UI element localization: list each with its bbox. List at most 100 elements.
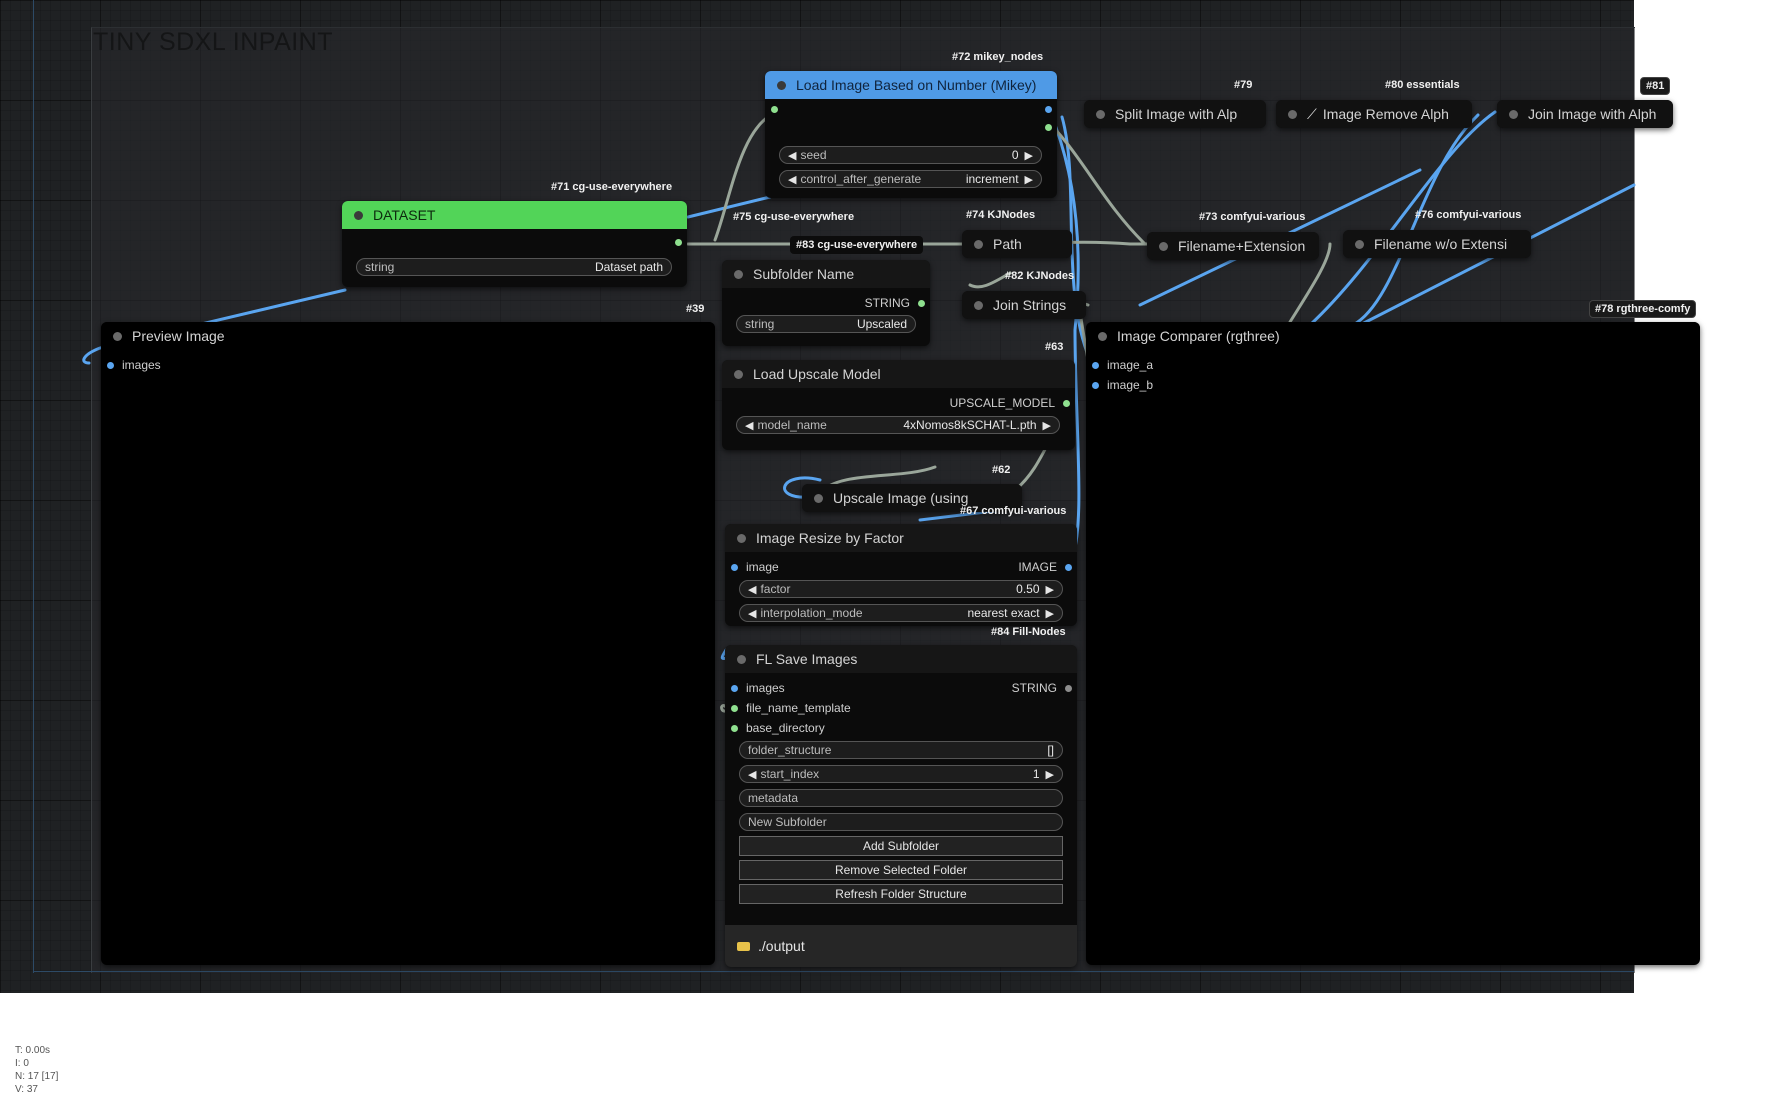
node-title: FL Save Images [756,651,858,667]
node-header[interactable]: Join Strings [962,291,1086,319]
collapse-dot-icon[interactable] [974,239,983,249]
output-slot[interactable] [667,239,682,246]
output-slot-filename[interactable] [1037,124,1052,131]
load-image-node[interactable]: Load Image Based on Number (Mikey) ◀ seed… [765,71,1057,198]
render-stats: T: 0.00s I: 0 N: 17 [17] V: 37 [15,1044,58,1096]
collapse-dot-icon[interactable] [737,654,746,664]
node-header[interactable]: Load Image Based on Number (Mikey) [765,71,1057,99]
interpolation-mode-widget[interactable]: ◀ interpolation_mode nearest exact ▶ [739,604,1063,622]
node-header[interactable]: DATASET [342,201,687,229]
input-slot-image-a[interactable]: image_a [1092,358,1153,372]
node-badge: #78 rgthree-comfy [1589,300,1697,318]
subfolder-string-widget[interactable]: string Upscaled [736,315,916,333]
node-title: Load Image Based on Number (Mikey) [796,77,1037,93]
node-badge: #82 KJNodes [1005,270,1075,282]
collapse-dot-icon[interactable] [113,331,122,341]
input-slot[interactable] [771,106,786,113]
collapse-dot-icon[interactable] [734,269,743,279]
input-slot-base-directory[interactable]: base_directory [731,721,825,735]
fl-save-images-node[interactable]: FL Save Images images file_name_template… [725,645,1077,967]
collapse-dot-icon[interactable] [1509,109,1518,119]
collapse-dot-icon[interactable] [777,80,786,90]
folder-icon [737,941,750,951]
wand-icon: ⟋ [1307,105,1317,122]
control-after-generate-widget[interactable]: ◀ control_after_generate increment ▶ [779,170,1042,188]
node-header[interactable]: Filename+Extension [1147,232,1319,260]
node-header[interactable]: Split Image with Alp [1084,100,1266,128]
folder-structure-widget[interactable]: folder_structure[] [739,741,1063,759]
model-name-widget[interactable]: ◀ model_name 4xNomos8kSCHAT-L.pth ▶ [736,416,1060,434]
join-strings-node[interactable]: Join Strings [962,291,1086,319]
filename-extension-node[interactable]: Filename+Extension [1147,232,1319,260]
path-node[interactable]: Path [962,230,1072,258]
start-index-widget[interactable]: ◀ start_index 1 ▶ [739,765,1063,783]
collapse-dot-icon[interactable] [974,300,983,310]
subfolder-name-node[interactable]: Subfolder Name STRING string Upscaled [722,260,930,346]
collapse-dot-icon[interactable] [734,369,743,379]
node-header[interactable]: Load Upscale Model [722,360,1075,388]
node-title: Join Image with Alph [1528,106,1657,122]
folder-path[interactable]: ./output [758,938,805,954]
node-title: Subfolder Name [753,266,855,282]
node-title: Preview Image [132,328,225,344]
wire-subfolder-join [968,271,1012,289]
preview-image-node[interactable]: Preview Image images [101,322,715,965]
image-resize-node[interactable]: Image Resize by Factor image IMAGE ◀ fact… [725,524,1077,626]
dataset-node[interactable]: DATASET string Dataset path [342,201,687,287]
node-header[interactable]: FL Save Images [725,645,1077,673]
node-badge: #76 comfyui-various [1415,209,1522,221]
folder-tree[interactable]: ./output [725,925,1077,967]
remove-alpha-node[interactable]: ⟋ Image Remove Alph [1276,100,1472,128]
seed-widget[interactable]: ◀ seed 0 ▶ [779,146,1042,164]
output-slot-upscale-model[interactable]: UPSCALE_MODEL [950,396,1070,410]
node-header[interactable]: Join Image with Alph [1497,100,1673,128]
node-title: Image Resize by Factor [756,530,904,546]
output-slot-image[interactable] [1037,106,1052,113]
output-slot-string[interactable]: STRING [865,296,925,310]
collapse-dot-icon[interactable] [737,533,746,543]
input-slot-image-b[interactable]: image_b [1092,378,1153,392]
collapse-dot-icon[interactable] [1288,109,1297,119]
node-badge: #67 comfyui-various [960,505,1067,517]
node-header[interactable]: Image Comparer (rgthree) [1086,322,1700,350]
node-title: Image Comparer (rgthree) [1117,328,1280,344]
node-badge: #81 [1640,77,1671,95]
node-header[interactable]: ⟋ Image Remove Alph [1276,100,1472,128]
new-subfolder-widget[interactable]: New Subfolder [739,813,1063,831]
remove-selected-folder-button[interactable]: Remove Selected Folder [739,860,1063,880]
node-badge: #62 [992,464,1011,476]
metadata-widget[interactable]: metadata [739,789,1063,807]
input-slot-images[interactable]: images [731,681,785,695]
node-header[interactable]: Preview Image [101,322,715,350]
load-upscale-model-node[interactable]: Load Upscale Model UPSCALE_MODEL ◀ model_… [722,360,1075,450]
collapse-dot-icon[interactable] [1098,331,1107,341]
input-slot-images[interactable]: images [107,358,161,372]
node-header[interactable]: Path [962,230,1072,258]
collapse-dot-icon[interactable] [354,210,363,220]
filename-without-extension-node[interactable]: Filename w/o Extensi [1343,230,1531,258]
collapse-dot-icon[interactable] [1096,109,1105,119]
input-slot-file-name-template[interactable]: file_name_template [731,701,851,715]
output-slot-image[interactable]: IMAGE [1018,560,1072,574]
node-badge: #84 Fill-Nodes [991,626,1066,638]
node-badge: #63 [1045,341,1064,353]
node-badge: #71 cg-use-everywhere [551,181,673,193]
node-badge: #73 comfyui-various [1199,211,1306,223]
collapse-dot-icon[interactable] [814,493,823,503]
node-header[interactable]: Filename w/o Extensi [1343,230,1531,258]
stat-i: I: 0 [15,1058,29,1069]
node-header[interactable]: Image Resize by Factor [725,524,1077,552]
refresh-folder-structure-button[interactable]: Refresh Folder Structure [739,884,1063,904]
image-comparer-node[interactable]: Image Comparer (rgthree) image_a image_b [1086,322,1700,965]
collapse-dot-icon[interactable] [1355,239,1364,249]
join-image-node[interactable]: Join Image with Alph [1497,100,1673,128]
add-subfolder-button[interactable]: Add Subfolder [739,836,1063,856]
collapse-dot-icon[interactable] [1159,241,1168,251]
output-slot-string[interactable]: STRING [1012,681,1072,695]
input-slot-image[interactable]: image [731,560,779,574]
split-image-node[interactable]: Split Image with Alp [1084,100,1266,128]
use-everywhere-node[interactable]: #83 cg-use-everywhere [790,236,924,254]
dataset-path-widget[interactable]: string Dataset path [356,258,672,276]
factor-widget[interactable]: ◀ factor 0.50 ▶ [739,580,1063,598]
node-header[interactable]: Subfolder Name [722,260,930,288]
